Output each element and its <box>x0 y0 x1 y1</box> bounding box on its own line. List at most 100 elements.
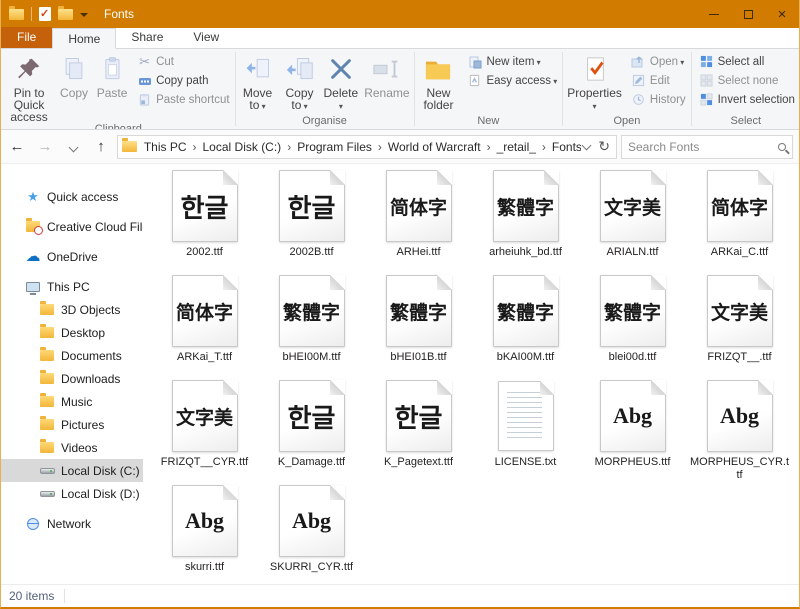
sidebar-item-videos[interactable]: Videos <box>1 436 143 459</box>
new-folder-qat-icon[interactable] <box>58 9 73 20</box>
sidebar-item-quick-access[interactable]: ★Quick access <box>1 185 143 208</box>
open-button[interactable]: Open <box>629 54 688 69</box>
sidebar-item-network[interactable]: Network <box>1 512 143 535</box>
file-item[interactable]: AbgMORPHEUS.ttf <box>579 380 686 473</box>
file-item[interactable]: LICENSE.txt <box>472 380 579 473</box>
font-preview-glyphs: 繁體字 <box>497 298 554 325</box>
address-bar[interactable]: This PC›Local Disk (C:)›Program Files›Wo… <box>117 135 617 159</box>
copy-to-icon <box>284 53 316 85</box>
copy-path-button[interactable]: Copy path <box>135 73 232 88</box>
select-none-button[interactable]: Select none <box>697 73 797 88</box>
copy-button[interactable]: Copy <box>55 51 93 99</box>
breadcrumb-item[interactable]: Program Files <box>292 138 377 156</box>
maximize-icon <box>744 10 753 19</box>
paste-button[interactable]: Paste <box>93 51 131 99</box>
file-item[interactable]: 繁體字bHEI01B.ttf <box>365 275 472 368</box>
file-item[interactable]: 繁體字bHEI00M.ttf <box>258 275 365 368</box>
up-button[interactable]: ↑ <box>89 135 113 159</box>
pin-icon <box>13 53 45 85</box>
sidebar-item-this-pc[interactable]: This PC <box>1 275 143 298</box>
file-item[interactable]: 文字美ARIALN.ttf <box>579 170 686 263</box>
font-preview-glyphs: 繁體字 <box>497 193 554 220</box>
sidebar-item-downloads[interactable]: Downloads <box>1 367 143 390</box>
breadcrumb-item[interactable]: Fonts <box>547 138 581 156</box>
font-file-icon: 繁體字 <box>386 275 452 347</box>
customize-qat-chevron-icon[interactable] <box>80 13 88 17</box>
file-item[interactable]: 한글K_Pagetext.ttf <box>365 380 472 473</box>
sidebar-item-creative-cloud-files[interactable]: Creative Cloud Files <box>1 215 143 238</box>
quick-access-toolbar <box>1 7 96 21</box>
group-label-organise: Organise <box>237 115 413 129</box>
sidebar-item-label: Local Disk (D:) <box>61 487 140 501</box>
ribbon-group-open: Properties Open Edit <box>564 49 689 129</box>
address-dropdown-chevron-icon[interactable] <box>582 140 592 150</box>
forward-button[interactable]: → <box>33 135 57 159</box>
sidebar-item-pictures[interactable]: Pictures <box>1 413 143 436</box>
paste-shortcut-icon <box>137 92 152 107</box>
font-preview-glyphs: 한글 <box>288 188 336 225</box>
sidebar-item-onedrive[interactable]: ☁OneDrive <box>1 245 143 268</box>
file-item[interactable]: 简体字 ARHei.ttf <box>365 170 472 263</box>
folder-icon <box>40 396 54 407</box>
file-item[interactable]: 한글2002.ttf <box>151 170 258 263</box>
sidebar-item-label: OneDrive <box>47 250 98 264</box>
sidebar-item-desktop[interactable]: Desktop <box>1 321 143 344</box>
sidebar-item-3d-objects[interactable]: 3D Objects <box>1 298 143 321</box>
explorer-app-icon[interactable] <box>9 9 24 20</box>
tab-view[interactable]: View <box>178 27 234 48</box>
properties-qat-icon[interactable] <box>39 7 51 21</box>
close-button[interactable]: × <box>765 0 799 28</box>
file-item[interactable]: 繁體字blei00d.ttf <box>579 275 686 368</box>
select-all-button[interactable]: Select all <box>697 54 797 69</box>
new-item-button[interactable]: New item <box>465 54 559 69</box>
file-item[interactable]: 繁體字arheiuhk_bd.ttf <box>472 170 579 263</box>
search-icon[interactable] <box>778 143 786 151</box>
tab-file[interactable]: File <box>1 27 52 48</box>
file-item[interactable]: 文字美FRIZQT__.ttf <box>686 275 793 368</box>
file-item[interactable]: 한글K_Damage.ttf <box>258 380 365 473</box>
back-button[interactable]: ← <box>5 135 29 159</box>
rename-button[interactable]: Rename <box>361 51 412 99</box>
move-to-button[interactable]: Move to <box>237 51 279 113</box>
file-item[interactable]: 文字美FRIZQT__CYR.ttf <box>151 380 258 473</box>
breadcrumb-item[interactable]: World of Warcraft <box>383 138 486 156</box>
breadcrumb-item[interactable]: This PC <box>139 138 192 156</box>
font-preview-glyphs: 简体字 <box>390 193 447 220</box>
file-item[interactable]: Abgskurri.ttf <box>151 485 258 578</box>
sidebar-item-local-disk-d[interactable]: Local Disk (D:) <box>1 482 143 505</box>
search-input[interactable] <box>628 140 778 154</box>
minimize-button[interactable] <box>697 0 731 28</box>
sidebar-item-music[interactable]: Music <box>1 390 143 413</box>
font-preview-glyphs: 繁體字 <box>283 298 340 325</box>
recent-locations-chevron[interactable] <box>61 135 85 159</box>
properties-button[interactable]: Properties <box>564 51 625 113</box>
file-item[interactable]: 한글2002B.ttf <box>258 170 365 263</box>
paste-shortcut-button[interactable]: Paste shortcut <box>135 92 232 107</box>
copy-to-button[interactable]: Copy to <box>279 51 321 113</box>
breadcrumb-item[interactable]: Local Disk (C:) <box>198 138 287 156</box>
file-item[interactable]: 简体字ARKai_T.ttf <box>151 275 258 368</box>
sidebar-item-documents[interactable]: Documents <box>1 344 143 367</box>
folder-icon <box>40 373 54 384</box>
file-item[interactable]: 繁體字bKAI00M.ttf <box>472 275 579 368</box>
tab-share[interactable]: Share <box>116 27 178 48</box>
maximize-button[interactable] <box>731 0 765 28</box>
tab-home[interactable]: Home <box>52 28 116 49</box>
delete-button[interactable]: Delete <box>321 51 362 113</box>
file-name: ARHei.ttf <box>396 246 440 259</box>
easy-access-button[interactable]: Easy access <box>465 73 559 88</box>
breadcrumb-item[interactable]: _retail_ <box>492 138 541 156</box>
file-item[interactable]: AbgMORPHEUS_CYR.ttf <box>686 380 793 473</box>
pin-to-quick-access-button[interactable]: Pin to Quick access <box>3 51 55 123</box>
font-file-icon: 文字美 <box>600 170 666 242</box>
edit-button[interactable]: Edit <box>629 73 688 88</box>
refresh-icon[interactable]: ↻ <box>598 138 610 155</box>
file-item[interactable]: 简体字ARKai_C.ttf <box>686 170 793 263</box>
sidebar-item-local-disk-c[interactable]: Local Disk (C:) <box>1 459 143 482</box>
sidebar-item-label: Creative Cloud Files <box>47 220 143 234</box>
cut-button[interactable]: ✂ Cut <box>135 54 232 69</box>
new-folder-button[interactable]: New folder <box>415 51 461 111</box>
file-item[interactable]: AbgSKURRI_CYR.ttf <box>258 485 365 578</box>
invert-selection-button[interactable]: Invert selection <box>697 92 797 107</box>
history-button[interactable]: History <box>629 92 688 107</box>
